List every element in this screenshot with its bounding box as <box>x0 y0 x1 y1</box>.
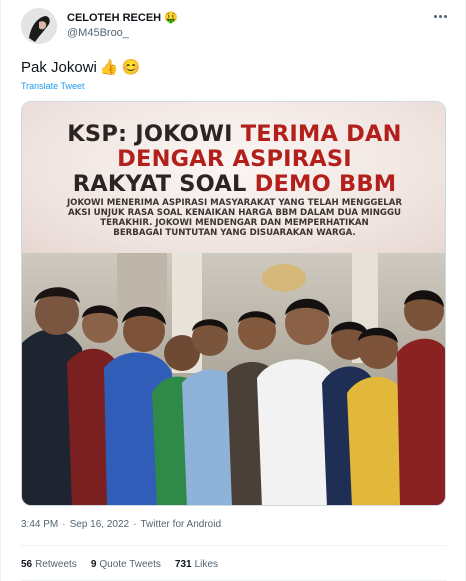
display-name[interactable]: CELOTEH RECEH 🤑 <box>67 11 178 25</box>
likes-label: Likes <box>194 559 218 570</box>
avatar[interactable] <box>21 8 57 44</box>
headline-line-1-dark: KSP: JOKOWI <box>67 121 241 147</box>
caption-line-3: TERAKHIR. JOKOWI MENDENGAR DAN MEMPERHAT… <box>100 218 369 228</box>
tweet-date[interactable]: Sep 16, 2022 <box>70 519 130 530</box>
retweets-stat[interactable]: 56 Retweets <box>21 559 77 570</box>
translate-tweet-link[interactable]: Translate Tweet <box>21 81 85 91</box>
tweet-time[interactable]: 3:44 PM <box>21 519 58 530</box>
headline-line-3: RAKYAT SOAL DEMO BBM <box>22 171 445 197</box>
tweet-timestamp: 3:44 PM · Sep 16, 2022 · Twitter for And… <box>21 519 221 530</box>
headline-line-3-red: DEMO BBM <box>254 171 397 197</box>
caption-line-4: BERBAGAI TUNTUTAN YANG DISUARAKAN WARGA. <box>113 228 356 238</box>
separator-dot-2: · <box>133 519 137 530</box>
likes-count: 731 <box>174 559 192 570</box>
headline-line-2: DENGAR ASPIRASI <box>22 146 445 172</box>
headline-line-3-dark: RAKYAT SOAL <box>72 171 255 197</box>
headline-panel: KSP: JOKOWI TERIMA DAN DENGAR ASPIRASI R… <box>22 102 445 253</box>
tweet-media-image[interactable]: KSP: JOKOWI TERIMA DAN DENGAR ASPIRASI R… <box>21 101 446 506</box>
tweet-source[interactable]: Twitter for Android <box>140 519 221 530</box>
tweet-text-content: Pak Jokowi <box>21 58 97 76</box>
quote-tweets-label: Quote Tweets <box>99 559 161 570</box>
engagement-stats: 56 Retweets 9 Quote Tweets 731 Likes <box>21 559 218 570</box>
smiling-face-emoji-icon: 😊 <box>121 59 141 76</box>
headline-line-2-red: DENGAR ASPIRASI <box>117 146 352 172</box>
likes-stat[interactable]: 731 Likes <box>175 559 218 570</box>
quote-tweets-stat[interactable]: 9 Quote Tweets <box>91 559 161 570</box>
news-photo <box>22 253 445 505</box>
more-horizontal-icon[interactable] <box>431 10 449 22</box>
caption-line-1: JOKOWI MENERIMA ASPIRASI MASYARAKAT YANG… <box>66 198 403 208</box>
money-mouth-emoji-icon: 🤑 <box>164 12 178 24</box>
thumbs-up-emoji-icon: 👍 <box>99 59 119 76</box>
divider <box>21 545 447 546</box>
caption-line-2: AKSI UNJUK RASA SOAL KENAIKAN HARGA BBM … <box>67 208 401 218</box>
separator-dot: · <box>62 519 66 530</box>
retweets-count: 56 <box>21 559 33 570</box>
headline-line-1: KSP: JOKOWI TERIMA DAN <box>22 121 445 147</box>
user-handle[interactable]: @M45Broo_ <box>67 27 129 39</box>
tweet-card: CELOTEH RECEH 🤑 @M45Broo_ Pak Jokowi 👍 😊… <box>0 0 466 581</box>
headline-line-1-red: TERIMA DAN <box>240 121 402 147</box>
quote-tweets-count: 9 <box>90 559 97 570</box>
retweets-label: Retweets <box>35 559 77 570</box>
tweet-text: Pak Jokowi 👍 😊 <box>21 58 141 77</box>
display-name-text: CELOTEH RECEH <box>67 11 162 24</box>
